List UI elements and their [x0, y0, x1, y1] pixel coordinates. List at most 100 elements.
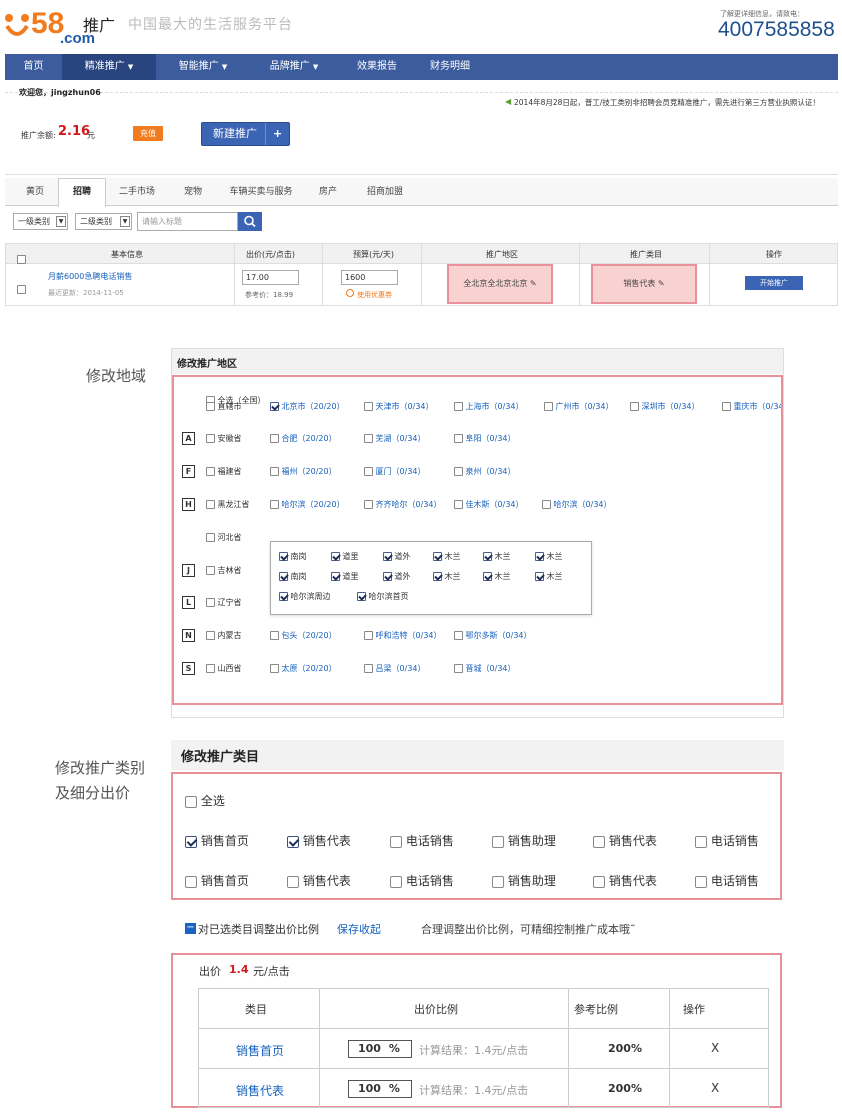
district-option[interactable]: 木兰	[535, 551, 563, 562]
city-option[interactable]: 哈尔滨（20/20）	[270, 499, 345, 510]
district-option[interactable]: 道外	[383, 571, 411, 582]
checkbox	[454, 402, 463, 411]
city-option[interactable]: 哈尔滨（0/34）	[542, 499, 612, 510]
tab-secondhand[interactable]: 二手市场	[109, 184, 165, 197]
district-option[interactable]: 哈尔滨周边	[279, 591, 331, 602]
city-option[interactable]: 广州市（0/34）	[544, 401, 614, 412]
province-option[interactable]: 内蒙古	[206, 630, 242, 641]
city-option[interactable]: 合肥（20/20）	[270, 433, 337, 444]
balance-unit: 元	[87, 131, 95, 140]
city-option[interactable]: 上海市（0/34）	[454, 401, 524, 412]
dropdown-arrow-icon: ▼	[56, 216, 66, 227]
tab-recruit[interactable]: 招聘	[58, 178, 106, 207]
city-option[interactable]: 芜湖（0/34）	[364, 433, 426, 444]
city-option[interactable]: 泉州（0/34）	[454, 466, 516, 477]
district-option[interactable]: 道里	[331, 551, 359, 562]
search-input[interactable]: 请输入标题	[137, 212, 238, 231]
district-option[interactable]: 木兰	[483, 571, 511, 582]
category-option[interactable]: 电话销售	[695, 832, 759, 849]
category-option[interactable]: 电话销售	[390, 832, 454, 849]
province-option[interactable]: 河北省	[206, 532, 242, 543]
category-option[interactable]: 销售代表	[287, 872, 351, 889]
province-option[interactable]: 山西省	[206, 663, 242, 674]
save-collapse-link[interactable]: 保存收起	[337, 921, 381, 937]
district-option[interactable]: 道里	[331, 571, 359, 582]
city-option[interactable]: 太原（20/20）	[270, 663, 337, 674]
category-option[interactable]: 销售首页	[185, 832, 249, 849]
start-promo-button[interactable]: 开始推广	[745, 276, 803, 290]
bid-row-category[interactable]: 销售首页	[236, 1042, 284, 1059]
nav-report[interactable]: 效果报告	[338, 54, 416, 80]
district-option[interactable]: 南岗	[279, 551, 307, 562]
city-option[interactable]: 天津市（0/34）	[364, 401, 434, 412]
tab-realestate[interactable]: 房产	[310, 184, 346, 197]
city-option[interactable]: 福州（20/20）	[270, 466, 337, 477]
coupon-link[interactable]: 使用优惠券	[357, 290, 392, 300]
select-all-checkbox[interactable]	[17, 255, 26, 264]
row-checkbox[interactable]	[17, 285, 26, 294]
area-cell[interactable]: 全北京全北京北京 ✎	[447, 264, 553, 304]
ratio-input[interactable]: 100 %	[348, 1080, 412, 1098]
category-option[interactable]: 销售代表	[287, 832, 351, 849]
category-option[interactable]: 销售代表	[593, 832, 657, 849]
city-option[interactable]: 晋城（0/34）	[454, 663, 516, 674]
category-cell[interactable]: 销售代表 ✎	[591, 264, 697, 304]
bid-row-category[interactable]: 销售代表	[236, 1082, 284, 1099]
adjust-toggle[interactable]: −	[185, 923, 196, 934]
category-option[interactable]: 销售助理	[492, 872, 556, 889]
province-option[interactable]: 辽宁省	[206, 597, 242, 608]
province-option[interactable]: 吉林省	[206, 565, 242, 576]
district-option[interactable]: 木兰	[433, 571, 461, 582]
district-option[interactable]: 哈尔滨首页	[357, 591, 409, 602]
category-option[interactable]: 电话销售	[695, 872, 759, 889]
district-option[interactable]: 木兰	[483, 551, 511, 562]
category-option[interactable]: 销售助理	[492, 832, 556, 849]
city-option[interactable]: 厦门（0/34）	[364, 466, 426, 477]
district-option[interactable]: 道外	[383, 551, 411, 562]
nav-home[interactable]: 首页	[5, 54, 62, 80]
city-option[interactable]: 吕梁（0/34）	[364, 663, 426, 674]
city-option[interactable]: 深圳市（0/34）	[630, 401, 700, 412]
tab-pets[interactable]: 宠物	[175, 184, 211, 197]
category-select-all[interactable]: 全选	[185, 792, 225, 809]
city-option[interactable]: 齐齐哈尔（0/34）	[364, 499, 442, 510]
search-button[interactable]	[238, 212, 262, 231]
district-option[interactable]: 木兰	[535, 571, 563, 582]
city-option[interactable]: 阜阳（0/34）	[454, 433, 516, 444]
remove-button[interactable]: X	[711, 1081, 719, 1095]
province-option[interactable]: 福建省	[206, 466, 242, 477]
bid-input[interactable]: 17.00	[242, 270, 299, 285]
city-option[interactable]: 重庆市（0/34）	[722, 401, 781, 412]
province-option[interactable]: 黑龙江省	[206, 499, 250, 510]
row-title-link[interactable]: 月薪6000急聘电话销售	[48, 271, 132, 282]
category-option[interactable]: 电话销售	[390, 872, 454, 889]
nav-smart-promo[interactable]: 智能推广 ▼	[156, 54, 250, 80]
city-option[interactable]: 佳木斯（0/34）	[454, 499, 524, 510]
district-option[interactable]: 木兰	[433, 551, 461, 562]
tab-franchise[interactable]: 招商加盟	[357, 184, 413, 197]
ratio-input[interactable]: 100 %	[348, 1040, 412, 1058]
main-nav: 首页 精准推广 ▼ 智能推广 ▼ 品牌推广 ▼ 效果报告 财务明细	[5, 54, 838, 80]
city-option[interactable]: 呼和浩特（0/34）	[364, 630, 442, 641]
city-option[interactable]: 包头（20/20）	[270, 630, 337, 641]
city-option[interactable]: 鄂尔多斯（0/34）	[454, 630, 532, 641]
pencil-icon: ✎	[529, 279, 537, 288]
tab-yellowpages[interactable]: 黄页	[13, 184, 57, 197]
budget-input[interactable]: 1600	[341, 270, 398, 285]
nav-precise-promo[interactable]: 精准推广 ▼	[62, 54, 156, 80]
category-option[interactable]: 销售代表	[593, 872, 657, 889]
tab-vehicles[interactable]: 车辆买卖与服务	[220, 184, 302, 197]
new-promo-button[interactable]: 新建推广 +	[201, 122, 290, 146]
logo[interactable]: 58 .com 推广	[4, 8, 124, 48]
filter-cat2[interactable]: 二级类别 ▼	[75, 213, 132, 230]
city-option[interactable]: 北京市（20/20）	[270, 401, 345, 412]
remove-button[interactable]: X	[711, 1041, 719, 1055]
recharge-button[interactable]: 充值	[133, 126, 163, 141]
nav-brand-promo[interactable]: 品牌推广 ▼	[250, 54, 338, 80]
filter-cat1[interactable]: 一级类别 ▼	[13, 213, 68, 230]
nav-finance[interactable]: 财务明细	[416, 54, 484, 80]
province-option[interactable]: 安徽省	[206, 433, 242, 444]
category-option[interactable]: 销售首页	[185, 872, 249, 889]
province-option[interactable]: 直辖市	[206, 401, 242, 412]
district-option[interactable]: 南岗	[279, 571, 307, 582]
